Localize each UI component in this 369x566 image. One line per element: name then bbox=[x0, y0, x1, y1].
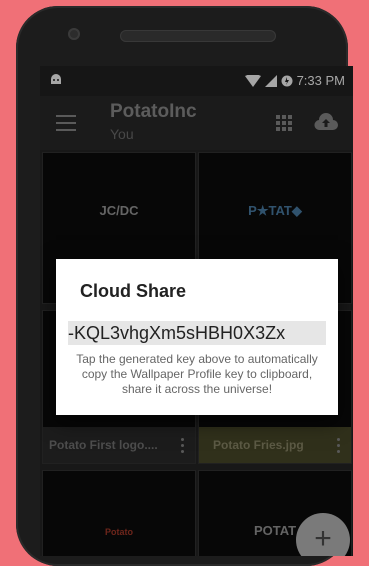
dialog-message: Tap the generated key above to automatic… bbox=[76, 352, 318, 396]
earpiece-speaker bbox=[120, 30, 276, 42]
phone-frame: 7:33 PM PotatoInc You JC/DC P★TAT◆ Potat… bbox=[16, 6, 353, 566]
screen: 7:33 PM PotatoInc You JC/DC P★TAT◆ Potat… bbox=[40, 66, 353, 556]
front-camera bbox=[68, 28, 80, 40]
cloud-share-dialog: Cloud Share -KQL3vhgXm5sHBH0X3Zx Tap the… bbox=[56, 259, 338, 415]
share-key[interactable]: -KQL3vhgXm5sHBH0X3Zx bbox=[68, 321, 326, 345]
dialog-title: Cloud Share bbox=[80, 281, 187, 301]
